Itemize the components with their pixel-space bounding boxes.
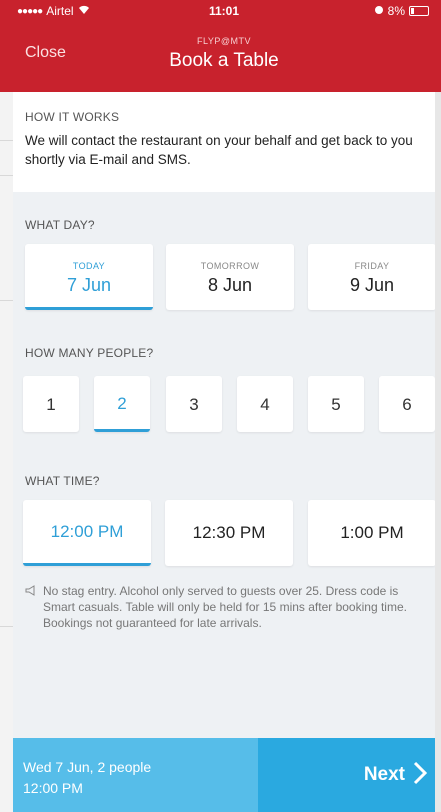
people-option-5[interactable]: 5 bbox=[308, 376, 364, 432]
day-option-date: 9 Jun bbox=[349, 275, 395, 295]
day-option-today[interactable]: TODAY 7 Jun bbox=[25, 244, 153, 310]
left-edge-divider bbox=[0, 300, 13, 301]
status-time: 11:01 bbox=[208, 4, 240, 18]
day-option-top: TOMORROW bbox=[200, 261, 260, 271]
time-option-100[interactable]: 1:00 PM bbox=[308, 500, 435, 566]
battery-icon bbox=[409, 6, 429, 16]
day-option-top: FRIDAY bbox=[354, 261, 390, 271]
left-edge-divider bbox=[0, 175, 13, 176]
alarm-icon bbox=[374, 4, 384, 18]
right-edge-strip bbox=[435, 0, 441, 812]
how-it-works-panel: HOW IT WORKS We will contact the restaur… bbox=[13, 92, 435, 192]
booking-footer: Wed 7 Jun, 2 people 12:00 PM Next bbox=[13, 738, 435, 812]
how-it-works-text: We will contact the restaurant on your b… bbox=[25, 133, 413, 167]
time-option-1230[interactable]: 12:30 PM bbox=[165, 500, 293, 566]
restaurant-name: FLYP@MTV bbox=[197, 36, 251, 46]
day-option-tomorrow[interactable]: TOMORROW 8 Jun bbox=[166, 244, 294, 310]
day-option-friday[interactable]: FRIDAY 9 Jun bbox=[308, 244, 435, 310]
right-edge-red bbox=[435, 0, 441, 92]
booking-policy-note: No stag entry. Alcohol only served to gu… bbox=[25, 583, 425, 631]
booking-summary-line2: 12:00 PM bbox=[23, 780, 83, 796]
megaphone-icon bbox=[25, 584, 37, 631]
app-header: ●●●●● Airtel 11:01 8% Close FLYP@MTV Boo… bbox=[13, 0, 435, 92]
booking-summary: Wed 7 Jun, 2 people 12:00 PM bbox=[13, 738, 258, 812]
status-bar: ●●●●● Airtel 11:01 8% bbox=[13, 0, 435, 22]
day-option-date: 7 Jun bbox=[66, 275, 112, 295]
people-option-2[interactable]: 2 bbox=[94, 376, 150, 432]
left-edge-divider bbox=[0, 140, 13, 141]
people-option-6[interactable]: 6 bbox=[379, 376, 435, 432]
what-time-label: WHAT TIME? bbox=[25, 474, 100, 488]
battery-percent: 8% bbox=[387, 4, 405, 18]
next-button[interactable]: Next bbox=[258, 738, 435, 812]
next-button-label: Next bbox=[363, 764, 405, 785]
booking-policy-text: No stag entry. Alcohol only served to gu… bbox=[43, 584, 407, 630]
left-edge-divider bbox=[0, 626, 13, 627]
left-edge-red bbox=[0, 0, 13, 92]
how-many-people-label: HOW MANY PEOPLE? bbox=[25, 346, 154, 360]
page-title: Book a Table bbox=[169, 50, 279, 71]
chevron-right-icon bbox=[413, 761, 428, 789]
people-option-4[interactable]: 4 bbox=[237, 376, 293, 432]
people-option-1[interactable]: 1 bbox=[23, 376, 79, 432]
time-option-1200[interactable]: 12:00 PM bbox=[23, 500, 151, 566]
booking-summary-line1: Wed 7 Jun, 2 people bbox=[23, 759, 152, 775]
booking-screen: ●●●●● Airtel 11:01 8% Close FLYP@MTV Boo… bbox=[13, 0, 435, 812]
left-edge-strip bbox=[0, 0, 13, 812]
what-day-label: WHAT DAY? bbox=[25, 218, 95, 232]
people-option-3[interactable]: 3 bbox=[166, 376, 222, 432]
status-right: 8% bbox=[374, 4, 429, 18]
day-option-date: 8 Jun bbox=[207, 275, 253, 295]
how-it-works-label: HOW IT WORKS bbox=[25, 110, 120, 124]
day-option-top: TODAY bbox=[72, 261, 106, 271]
